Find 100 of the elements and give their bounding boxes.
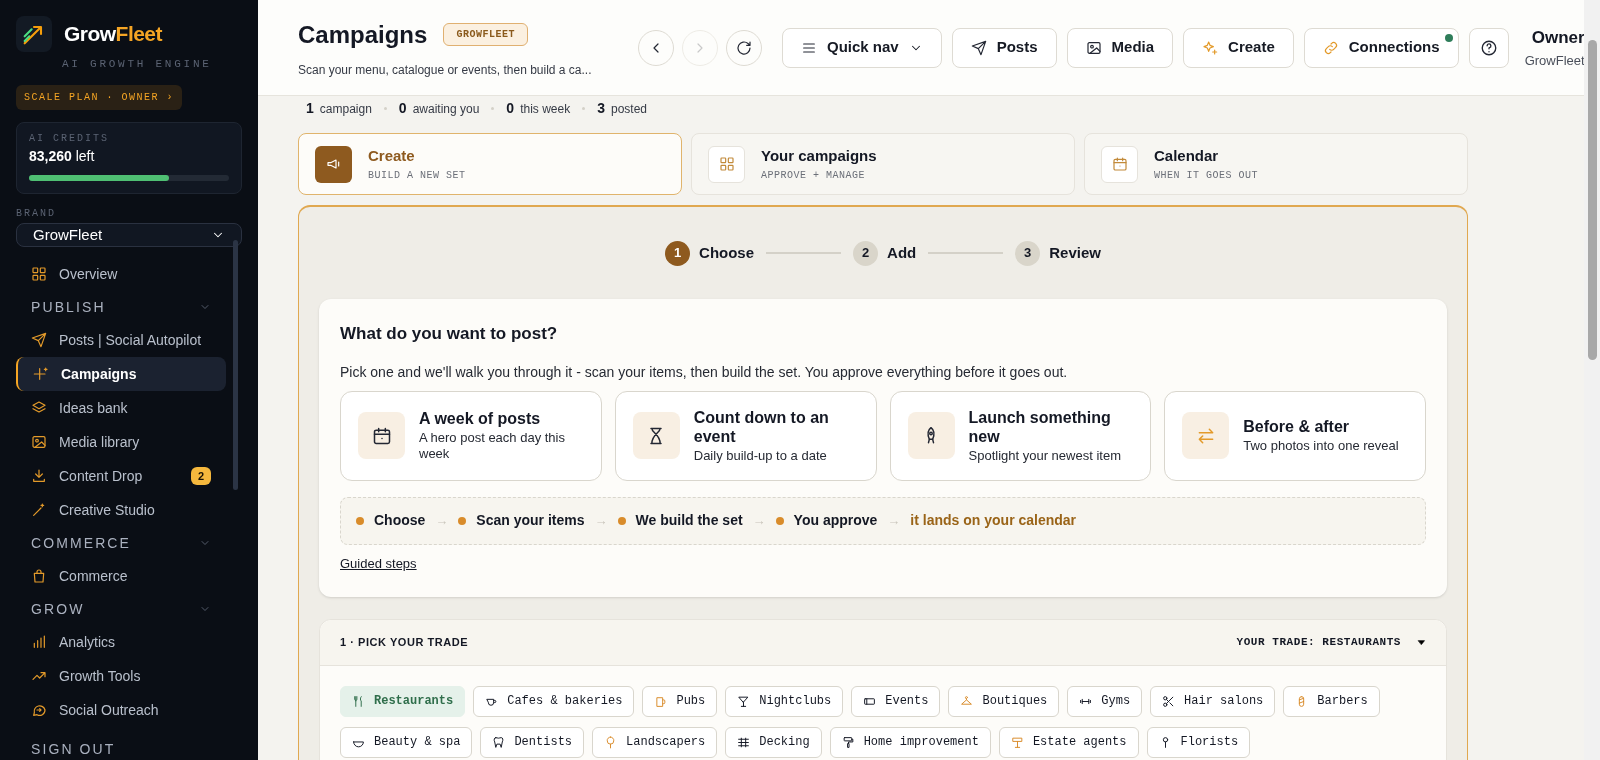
user-name: Owner [1531,27,1585,49]
trade-chip[interactable]: Landscapers [592,726,718,758]
wand-icon [31,502,47,518]
guided-steps-link[interactable]: Guided steps [340,553,417,573]
user-org: GrowFleet [1524,51,1585,70]
scrollbar[interactable] [233,240,238,490]
header-button[interactable]: Connections [1303,27,1459,68]
bag-icon [31,568,47,584]
arrow-icon: → [887,510,901,531]
nav-item[interactable]: Overview [16,257,226,291]
tagline: AI GROWTH ENGINE [62,57,213,72]
paper-plane-icon [31,332,47,348]
trade-chip[interactable]: Gyms [1067,685,1143,717]
trade-chip[interactable]: Nightclubs [725,685,844,717]
header-button[interactable]: Posts [951,27,1057,68]
planks-icon [737,735,751,749]
grid-icon [31,266,47,282]
flow-step: Scan your items [476,510,585,531]
header-button[interactable]: Create [1183,27,1294,68]
nav-item[interactable]: Campaigns [16,357,226,391]
brand-select[interactable]: GrowFleet [16,222,242,247]
stat-label: this week [520,100,571,118]
trade-chip[interactable]: Decking [725,726,822,758]
option-card[interactable]: Before & after Two photos into one reveal [1164,390,1426,481]
brand-label: BRAND [16,206,57,221]
trade-chip[interactable]: Events [851,685,941,717]
grid-icon [718,156,735,172]
trade-chip[interactable]: Home improvement [829,726,991,758]
option-card[interactable]: Launch something new Spotlight your newest item [889,390,1152,481]
trade-chip[interactable]: Restaurants [340,685,466,717]
nav-section[interactable]: GROW [16,593,226,625]
hanger-icon [960,694,974,708]
nav-section[interactable]: COMMERCE [16,527,226,559]
nav-item[interactable]: Creative Studio [16,493,226,527]
trade-chip[interactable]: Dentists [480,726,585,758]
trade-chip[interactable]: Boutiques [948,685,1060,717]
nav-item[interactable]: Content Drop 2 [16,459,226,493]
help-button[interactable] [1468,27,1509,68]
trade-chip[interactable]: Estate agents [998,726,1139,758]
fork-knife-icon [352,694,365,708]
stat-label: awaiting you [412,100,480,118]
bullet-icon [458,516,467,525]
stat-value: 3 [597,98,605,118]
bullet-icon [617,516,626,525]
nav-item[interactable]: Ideas bank [16,391,226,425]
section-heading: 1 · PICK YOUR TRADE [340,634,469,650]
tab[interactable]: Your campaigns APPROVE + MANAGE [691,133,1075,195]
option-card[interactable]: Count down to an event Daily build-up to a date [614,390,877,481]
page-subtitle: Scan your menu, catalogue or events, then build a ca... [298,61,593,79]
header-button[interactable]: Quick nav [782,27,942,68]
calendar-icon [1111,156,1128,172]
cocktail-icon [737,694,751,708]
stepper-step[interactable]: 1 Choose [665,240,755,266]
brand-name: Grow [64,22,116,46]
nav-item[interactable]: Media library [16,425,226,459]
paper-plane-icon [970,39,987,56]
brand-name: Fleet [115,22,162,46]
sign-out-link[interactable]: SIGN OUT [16,739,242,760]
arrows-logo-icon [16,16,52,52]
trade-chip[interactable]: Hair salons [1150,685,1276,717]
trade-chip[interactable]: Cafes & bakeries [473,685,635,717]
header-button[interactable]: Media [1066,27,1174,68]
trade-chip[interactable]: Florists [1146,726,1251,758]
trade-chip[interactable]: Pubs [642,685,718,717]
tab[interactable]: Create BUILD A NEW SET [298,133,682,195]
flow-step: Choose [374,510,426,531]
paint-roller-icon [841,735,855,749]
tab[interactable]: Calendar WHEN IT GOES OUT [1084,133,1468,195]
option-card[interactable]: A week of posts A hero post each day this week [340,390,602,481]
arrow-icon: → [594,510,608,531]
bullet-icon [356,516,364,525]
trade-select[interactable]: YOUR TRADE: RESTAURANTS [1236,633,1426,651]
stat-value: 1 [306,98,314,118]
nav-item[interactable]: Growth Tools [16,659,226,693]
stat-label: posted [610,100,647,118]
sparkle-icon [1202,39,1219,56]
tooth-icon [492,735,506,749]
stepper-step[interactable]: 3 Review [1015,240,1101,266]
help-icon [1479,38,1498,57]
flow-step: You approve [793,510,878,531]
stepper-step[interactable]: 2 Add [853,240,917,266]
nav-item[interactable]: Analytics [16,625,226,659]
nav-item[interactable]: Social Outreach [16,693,226,727]
nav-item[interactable]: Posts | Social Autopilot [16,323,226,357]
download-icon [31,468,47,484]
link-icon [1322,39,1339,56]
credits-amount: 83,260 left [29,146,96,166]
flow-step: We build the set [635,510,743,531]
mug-icon [654,694,668,708]
scissors-icon [1162,694,1176,708]
refresh-icon [736,39,752,56]
trade-chip[interactable]: Beauty & spa [340,726,473,758]
image-icon [1085,39,1102,56]
plan-badge[interactable]: SCALE PLAN · OWNER › [16,84,183,110]
nav-item[interactable]: Commerce [16,559,226,593]
brand-badge: GROWFLEET [443,23,528,46]
plus-sparkle-icon [33,366,49,382]
trade-chip[interactable]: Barbers [1283,685,1380,717]
stat-value: 0 [506,98,515,118]
nav-section[interactable]: PUBLISH [16,291,226,323]
